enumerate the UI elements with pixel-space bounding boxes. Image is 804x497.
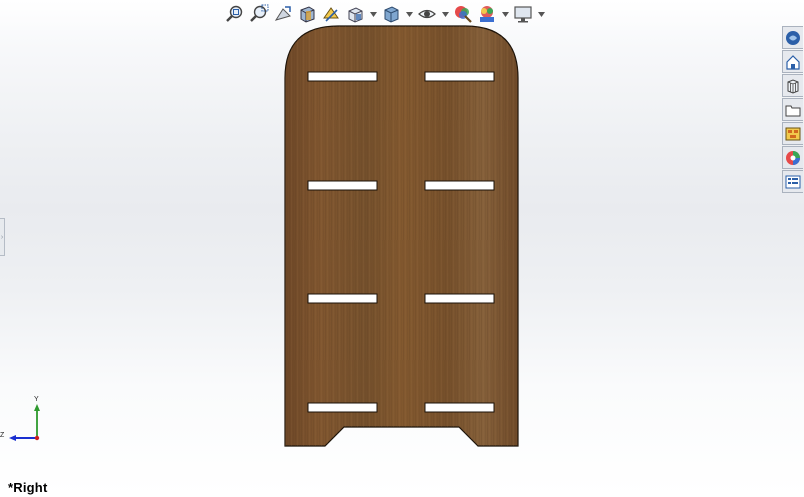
appearances-scenes-icon[interactable] xyxy=(782,122,803,145)
view-settings-dropdown[interactable] xyxy=(536,3,546,25)
custom-properties-icon[interactable] xyxy=(782,146,803,169)
section-view-icon[interactable] xyxy=(296,3,318,25)
triad-y-label: Y xyxy=(34,396,39,403)
triad-z-label: Z xyxy=(0,432,5,439)
task-pane-tabs xyxy=(782,26,804,193)
edit-appearance-icon[interactable] xyxy=(452,3,474,25)
view-orientation-dropdown[interactable] xyxy=(368,3,378,25)
solidworks-resources-icon[interactable] xyxy=(782,26,803,49)
display-style-icon[interactable] xyxy=(380,3,402,25)
wood-panel xyxy=(284,25,519,447)
expand-chevron-icon: › xyxy=(0,233,4,241)
part-model[interactable] xyxy=(0,0,804,497)
feature-manager-collapse-handle[interactable]: › xyxy=(0,218,5,256)
apply-scene-dropdown[interactable] xyxy=(500,3,510,25)
view-palette-icon[interactable] xyxy=(782,98,803,121)
solidworks-forum-icon[interactable] xyxy=(782,170,803,193)
dynamic-annotation-views-icon[interactable] xyxy=(320,3,342,25)
view-orientation-icon[interactable] xyxy=(344,3,366,25)
display-style-dropdown[interactable] xyxy=(404,3,414,25)
heads-up-view-toolbar xyxy=(224,2,546,26)
view-settings-icon[interactable] xyxy=(512,3,534,25)
reference-triad[interactable]: Y Z xyxy=(0,395,50,450)
hide-show-items-dropdown[interactable] xyxy=(440,3,450,25)
apply-scene-icon[interactable] xyxy=(476,3,498,25)
zoom-to-fit-icon[interactable] xyxy=(224,3,246,25)
design-library-icon[interactable] xyxy=(782,50,803,73)
hide-show-items-icon[interactable] xyxy=(416,3,438,25)
view-orientation-label: *Right xyxy=(8,480,48,495)
file-explorer-icon[interactable] xyxy=(782,74,803,97)
zoom-to-area-icon[interactable] xyxy=(248,3,270,25)
previous-view-icon[interactable] xyxy=(272,3,294,25)
